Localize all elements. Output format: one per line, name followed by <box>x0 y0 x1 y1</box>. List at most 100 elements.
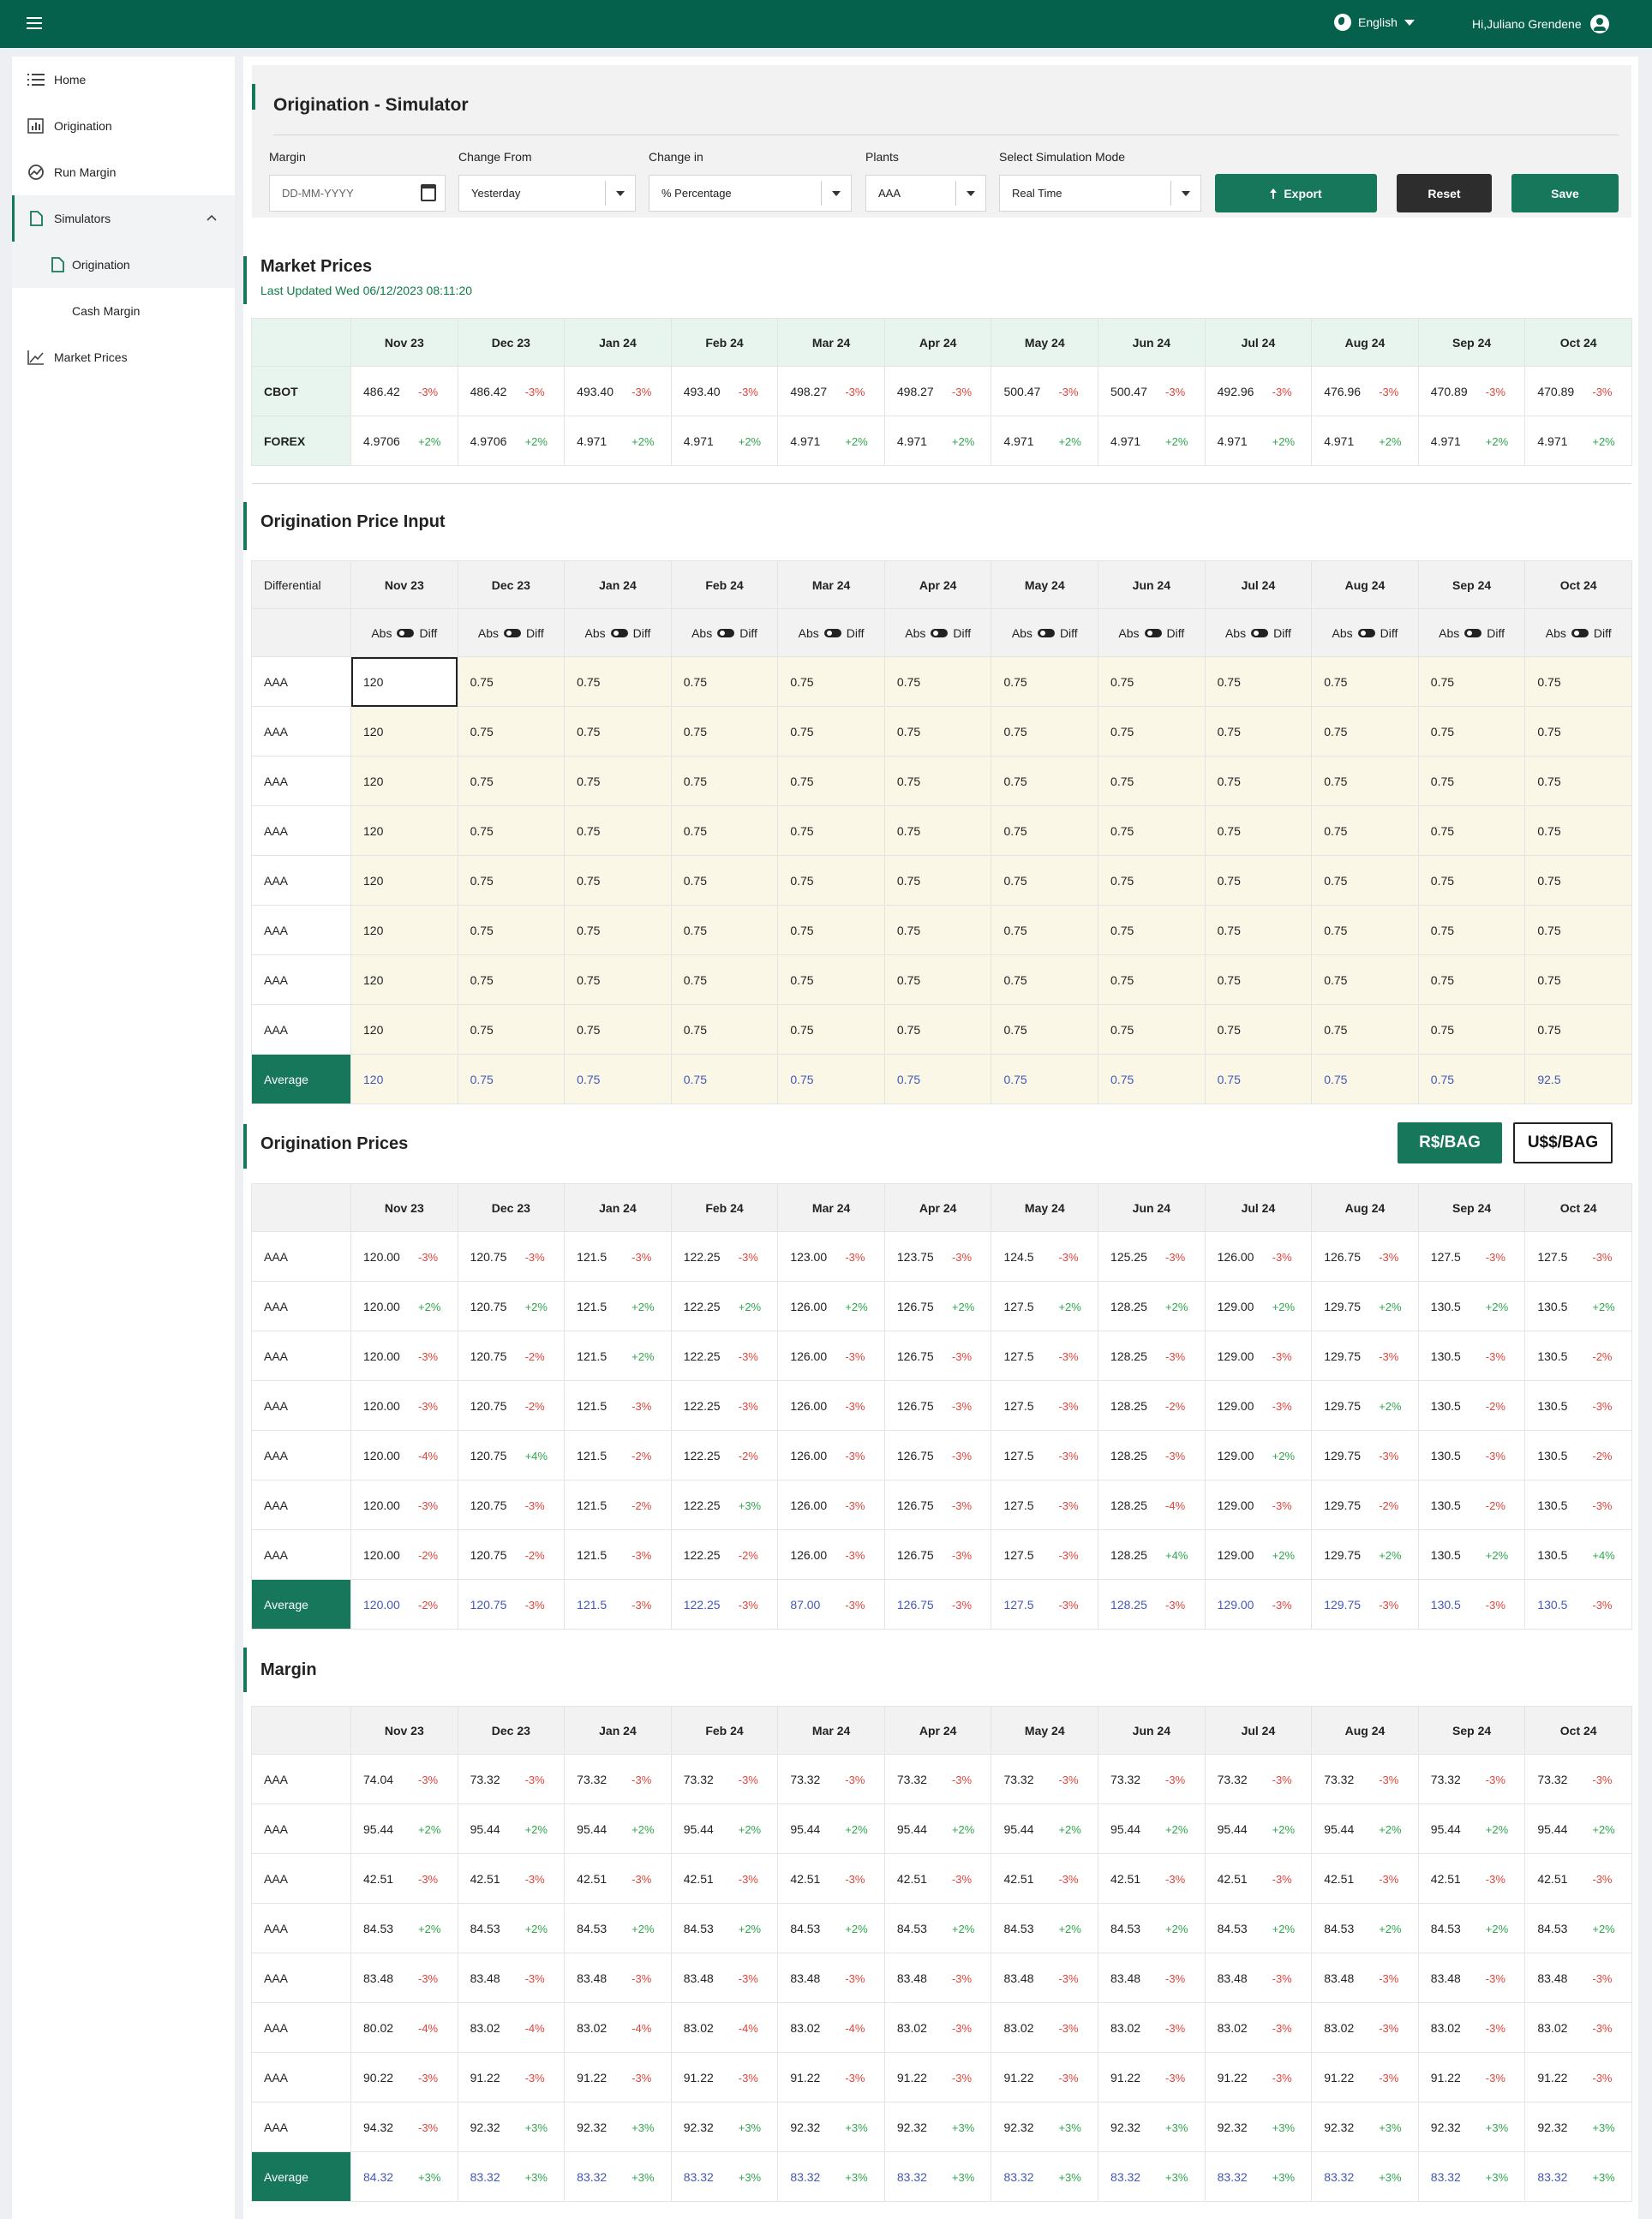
price-input-cell[interactable]: 0.75 <box>670 905 779 955</box>
price-input-cell[interactable]: 0.75 <box>1204 1004 1313 1055</box>
price-input-cell[interactable]: 0.75 <box>883 905 992 955</box>
price-input-cell[interactable]: 0.75 <box>1098 805 1206 856</box>
toggle-group[interactable]: Abs Diff <box>371 626 437 640</box>
sidebar-item-home[interactable]: Home <box>12 57 235 103</box>
abs-diff-toggle[interactable]: Abs Diff <box>670 608 779 657</box>
change-in-select[interactable]: % Percentage <box>649 175 852 212</box>
sidebar-item-simulators[interactable]: Simulators <box>12 195 235 242</box>
price-input-cell[interactable]: 0.75 <box>883 706 992 757</box>
price-input-cell[interactable]: 0.75 <box>457 855 566 906</box>
abs-diff-toggle[interactable]: Abs Diff <box>1311 608 1419 657</box>
price-input-cell[interactable]: 0.75 <box>1098 756 1206 806</box>
price-input-cell[interactable]: 0.75 <box>991 656 1099 707</box>
price-input-cell[interactable]: 0.75 <box>1098 1004 1206 1055</box>
toggle-switch[interactable] <box>610 628 628 637</box>
toggle-group[interactable]: Abs Diff <box>1439 626 1505 640</box>
price-input-cell[interactable]: 120 <box>350 756 458 806</box>
price-input-cell[interactable]: 0.75 <box>777 1004 885 1055</box>
price-input-cell[interactable]: 0.75 <box>670 1004 779 1055</box>
price-input-cell[interactable]: 0.75 <box>1204 905 1313 955</box>
abs-diff-toggle[interactable]: Abs Diff <box>883 608 992 657</box>
price-input-cell[interactable]: 0.75 <box>991 855 1099 906</box>
price-input-cell[interactable]: 0.75 <box>1311 954 1419 1005</box>
save-button[interactable]: Save <box>1511 174 1619 212</box>
toggle-group[interactable]: Abs Diff <box>691 626 757 640</box>
simulation-mode-select[interactable]: Real Time <box>999 175 1201 212</box>
abs-diff-toggle[interactable]: Abs Diff <box>777 608 885 657</box>
change-from-select[interactable]: Yesterday <box>458 175 636 212</box>
toggle-group[interactable]: Abs Diff <box>799 626 865 640</box>
price-input-cell[interactable]: 0.75 <box>1417 756 1526 806</box>
price-input-cell[interactable]: 0.75 <box>1311 1004 1419 1055</box>
price-input-cell[interactable]: 0.75 <box>670 756 779 806</box>
currency-brl-button[interactable]: R$/BAG <box>1398 1122 1502 1163</box>
reset-button[interactable]: Reset <box>1397 174 1492 212</box>
toggle-group[interactable]: Abs Diff <box>1546 626 1612 640</box>
abs-diff-toggle[interactable]: Abs Diff <box>350 608 458 657</box>
price-input-cell[interactable]: 0.75 <box>991 905 1099 955</box>
abs-diff-toggle[interactable]: Abs Diff <box>457 608 566 657</box>
price-input-cell[interactable]: 0.75 <box>1524 805 1632 856</box>
price-input-cell[interactable]: 0.75 <box>1417 1004 1526 1055</box>
price-input-cell[interactable]: 0.75 <box>777 954 885 1005</box>
price-input-cell[interactable]: 0.75 <box>564 905 672 955</box>
price-input-cell[interactable]: 0.75 <box>1417 855 1526 906</box>
toggle-switch[interactable] <box>1464 628 1482 637</box>
abs-diff-toggle[interactable]: Abs Diff <box>1417 608 1526 657</box>
price-input-cell[interactable]: 0.75 <box>883 805 992 856</box>
toggle-switch[interactable] <box>931 628 949 637</box>
toggle-switch[interactable] <box>504 628 522 637</box>
price-input-cell[interactable]: 0.75 <box>1417 656 1526 707</box>
sidebar-item-run-margin[interactable]: Run Margin <box>12 149 235 195</box>
price-input-cell[interactable]: 0.75 <box>777 855 885 906</box>
price-input-cell[interactable]: 0.75 <box>883 1004 992 1055</box>
price-input-cell[interactable]: 0.75 <box>564 1004 672 1055</box>
price-input-cell[interactable]: 0.75 <box>564 954 672 1005</box>
price-input-cell[interactable]: 0.75 <box>777 905 885 955</box>
abs-diff-toggle[interactable]: Abs Diff <box>1524 608 1632 657</box>
price-input-cell[interactable]: 0.75 <box>1311 805 1419 856</box>
price-input-cell[interactable]: 0.75 <box>991 756 1099 806</box>
margin-date-input[interactable]: DD-MM-YYYY <box>269 175 446 212</box>
price-input-cell[interactable]: 0.75 <box>1417 905 1526 955</box>
price-input-cell[interactable]: 0.75 <box>1417 706 1526 757</box>
price-input-cell[interactable]: 0.75 <box>457 905 566 955</box>
price-input-cell[interactable]: 0.75 <box>1311 756 1419 806</box>
price-input-cell[interactable]: 0.75 <box>1524 855 1632 906</box>
price-input-cell[interactable]: 0.75 <box>1204 954 1313 1005</box>
sidebar-item-market-prices[interactable]: Market Prices <box>12 334 235 380</box>
price-input-cell[interactable]: 0.75 <box>1098 954 1206 1005</box>
price-input-cell[interactable]: 0.75 <box>670 706 779 757</box>
price-input-cell[interactable]: 0.75 <box>564 756 672 806</box>
abs-diff-toggle[interactable]: Abs Diff <box>1204 608 1313 657</box>
price-input-cell[interactable]: 0.75 <box>1311 706 1419 757</box>
sidebar-item-origination[interactable]: Origination <box>12 103 235 149</box>
price-input-cell[interactable]: 0.75 <box>991 805 1099 856</box>
toggle-group[interactable]: Abs Diff <box>1012 626 1078 640</box>
toggle-switch[interactable] <box>1357 628 1375 637</box>
abs-diff-toggle[interactable]: Abs Diff <box>1098 608 1206 657</box>
price-input-cell[interactable]: 0.75 <box>1204 805 1313 856</box>
price-input-cell[interactable]: 0.75 <box>564 855 672 906</box>
calendar-icon[interactable] <box>421 184 436 201</box>
toggle-switch[interactable] <box>717 628 735 637</box>
price-input-cell[interactable]: 0.75 <box>1311 905 1419 955</box>
toggle-group[interactable]: Abs Diff <box>1225 626 1291 640</box>
price-input-cell[interactable]: 120 <box>350 855 458 906</box>
price-input-cell[interactable]: 0.75 <box>1204 656 1313 707</box>
price-input-cell[interactable]: 0.75 <box>991 706 1099 757</box>
price-input-cell[interactable]: 0.75 <box>670 805 779 856</box>
toggle-group[interactable]: Abs Diff <box>585 626 651 640</box>
price-input-cell[interactable]: 0.75 <box>1204 706 1313 757</box>
price-input-cell[interactable]: 0.75 <box>1524 905 1632 955</box>
price-input-cell[interactable]: 120 <box>350 656 458 707</box>
sidebar-subitem-cash-margin[interactable]: Cash Margin <box>12 288 235 334</box>
toggle-switch[interactable] <box>823 628 841 637</box>
price-input-cell[interactable]: 0.75 <box>1524 756 1632 806</box>
price-input-cell[interactable]: 120 <box>350 805 458 856</box>
price-input-cell[interactable]: 0.75 <box>457 706 566 757</box>
toggle-group[interactable]: Abs Diff <box>1118 626 1184 640</box>
price-input-cell[interactable]: 120 <box>350 905 458 955</box>
price-input-cell[interactable]: 0.75 <box>1524 706 1632 757</box>
price-input-cell[interactable]: 0.75 <box>883 954 992 1005</box>
